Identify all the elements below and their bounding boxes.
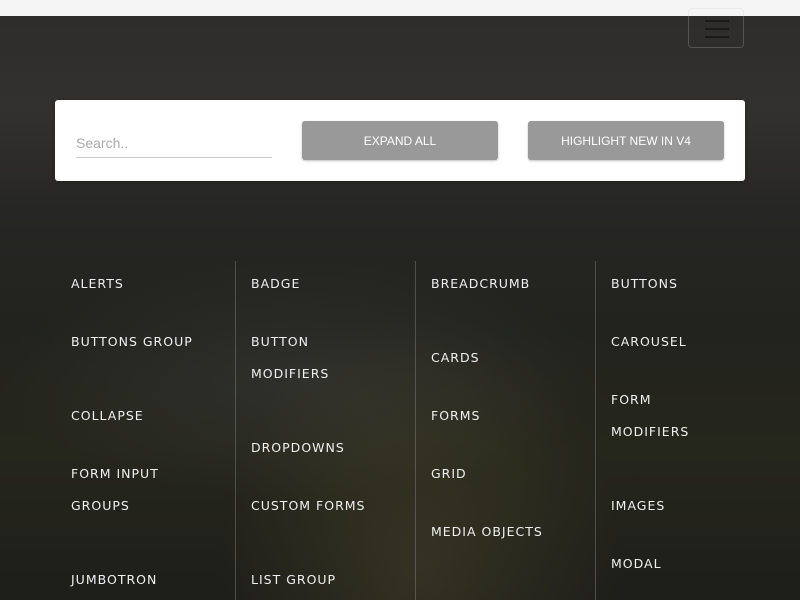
component-link-badge[interactable]: BADGE	[251, 268, 300, 300]
hamburger-icon	[705, 36, 729, 38]
component-link-breadcrumb[interactable]: BREADCRUMB	[431, 268, 530, 300]
component-column: BUTTONS CAROUSEL FORM MODIFIERS IMAGES MODAL	[595, 261, 775, 600]
component-link-forms[interactable]: FORMS	[431, 400, 480, 432]
component-link-buttons-group[interactable]: BUTTONS GROUP	[71, 326, 193, 358]
component-link-jumbotron[interactable]: JUMBOTRON	[71, 564, 157, 596]
component-link-buttons[interactable]: BUTTONS	[611, 268, 678, 300]
top-bar	[0, 0, 800, 16]
component-link-modal[interactable]: MODAL	[611, 548, 662, 580]
component-column: BREADCRUMB CARDS FORMS GRID MEDIA OBJECTS	[415, 261, 595, 600]
hamburger-icon	[705, 28, 729, 30]
component-link-grid[interactable]: GRID	[431, 458, 467, 490]
toolbar-card: EXPAND ALL HIGHLIGHT NEW IN V4	[55, 100, 745, 181]
component-link-custom-forms[interactable]: CUSTOM FORMS	[251, 490, 365, 522]
component-link-cards[interactable]: CARDS	[431, 342, 480, 374]
component-column: BADGE BUTTON MODIFIERS DROPDOWNS CUSTOM FORM…	[235, 261, 415, 600]
component-link-collapse[interactable]: COLLAPSE	[71, 400, 144, 432]
component-link-form-modifiers[interactable]: FORM MODIFIERS	[611, 384, 689, 448]
component-link-list-group[interactable]: LIST GROUP	[251, 564, 336, 596]
hamburger-icon	[705, 20, 729, 22]
component-link-dropdowns[interactable]: DROPDOWNS	[251, 432, 345, 464]
search-input[interactable]	[76, 128, 272, 158]
component-link-media-objects[interactable]: MEDIA OBJECTS	[431, 516, 543, 548]
component-link-form-input-groups[interactable]: FORM INPUT GROUPS	[71, 458, 159, 522]
component-link-images[interactable]: IMAGES	[611, 490, 665, 522]
component-link-button-modifiers[interactable]: BUTTON MODIFIERS	[251, 326, 329, 390]
component-link-alerts[interactable]: ALERTS	[71, 268, 124, 300]
highlight-new-button[interactable]: HIGHLIGHT NEW IN V4	[528, 121, 724, 160]
component-link-carousel[interactable]: CAROUSEL	[611, 326, 687, 358]
component-column: ALERTS BUTTONS GROUP COLLAPSE FORM INPUT GRO…	[56, 261, 236, 600]
menu-toggle-button[interactable]	[688, 8, 744, 48]
expand-all-button[interactable]: EXPAND ALL	[302, 121, 498, 160]
